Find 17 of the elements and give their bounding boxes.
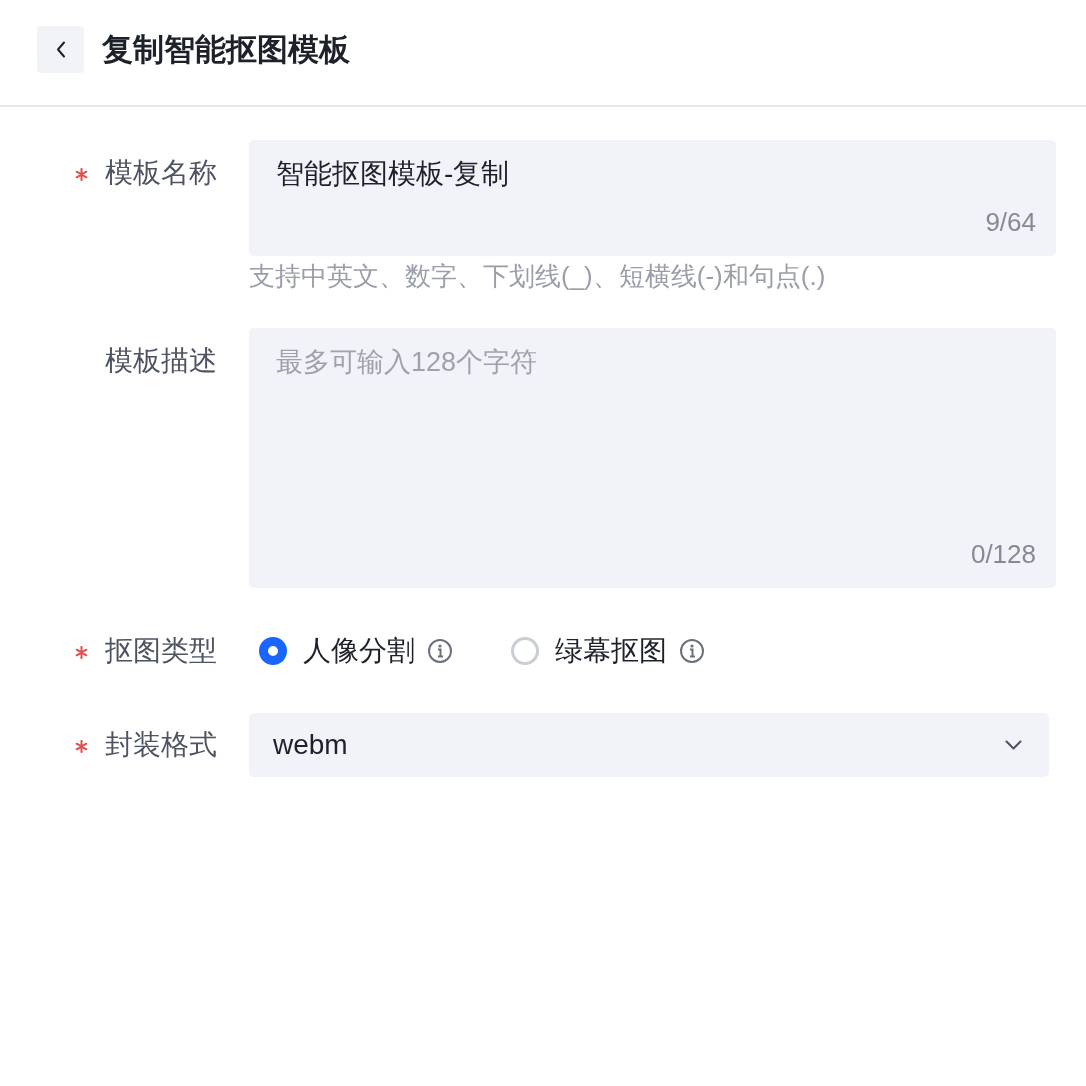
radio-icon[interactable] [259,637,287,665]
info-icon[interactable] [427,638,453,664]
info-icon[interactable] [679,638,705,664]
name-input[interactable]: 智能抠图模板-复制 9/64 [249,140,1056,256]
character-counter: 9/64 [985,207,1036,237]
format-select[interactable]: webm [249,713,1049,777]
page-title: 复制智能抠图模板 [102,30,350,69]
field-hint: 支持中英文、数字、下划线(_)、短横线(-)和句点(.) [249,260,826,292]
chevron-left-icon [55,41,66,58]
radio-option[interactable]: 人像分割 [303,631,415,671]
chevron-down-icon [1005,740,1022,750]
field-label: 模板描述 [105,344,217,378]
field-label: 封装格式 [105,728,217,762]
field-label: 模板名称 [105,156,217,190]
field-label: 抠图类型 [105,634,217,668]
character-counter: 0/128 [970,539,1036,569]
radio-option[interactable]: 绿幕抠图 [555,631,667,671]
